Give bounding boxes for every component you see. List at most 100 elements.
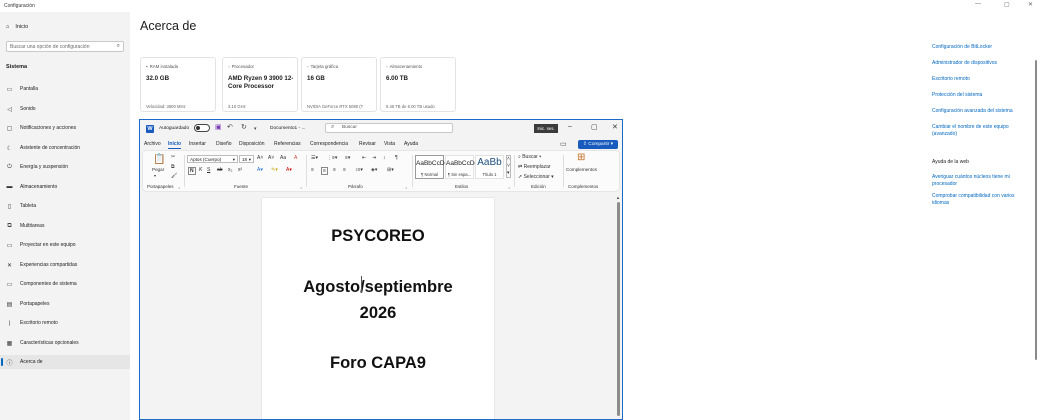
paste-dropdown-icon[interactable]: ▾ <box>154 173 156 178</box>
tab-revisar[interactable]: Revisar <box>359 141 376 147</box>
share-button[interactable]: ⇪ Compartir ▾ <box>578 140 618 149</box>
paragraph-launcher-icon[interactable]: ⌟ <box>405 184 407 189</box>
link-bitlocker[interactable]: Configuración de BitLocker <box>932 44 1032 51</box>
clipboard-launcher-icon[interactable]: ⌟ <box>178 184 180 189</box>
change-case-icon[interactable]: Aa <box>280 155 286 161</box>
sidebar-item-componentes[interactable]: ▭ Componentes de sistema <box>0 277 130 291</box>
link-help-languages[interactable]: Comprobar compatibilidad con varios idio… <box>932 193 1032 207</box>
sidebar-item-pantalla[interactable]: ▭ Pantalla <box>0 82 130 96</box>
comments-icon[interactable]: ▭ <box>560 140 567 148</box>
format-painter-icon[interactable]: 🖌 <box>171 173 177 179</box>
tab-insertar[interactable]: Insertar <box>189 141 206 147</box>
undo-icon[interactable]: ↶ <box>227 123 233 131</box>
tab-disposicion[interactable]: Disposición <box>239 141 265 147</box>
sidebar-item-caracteristicas[interactable]: ▦ Características opcionales <box>0 336 130 350</box>
sidebar-item-experiencias[interactable]: ✕ Experiencias compartidas <box>0 258 130 272</box>
styles-launcher-icon[interactable]: ⌟ <box>508 184 510 189</box>
superscript-button[interactable]: x² <box>238 167 242 173</box>
align-right-icon[interactable]: ≡ <box>333 167 336 173</box>
styles-scroll-icon[interactable]: ˄ ˅ ▾ <box>506 155 511 178</box>
highlight-icon[interactable]: ✎▾ <box>271 167 278 173</box>
signin-button[interactable]: Inic. ses. <box>534 124 558 133</box>
close-button[interactable]: ✕ <box>1028 1 1033 8</box>
sidebar-item-portapapeles[interactable]: ▤ Portapapeles <box>0 297 130 311</box>
shading-icon[interactable]: ◈▾ <box>371 167 377 173</box>
align-left-icon[interactable]: ≡ <box>311 167 314 173</box>
settings-scrollbar[interactable] <box>1034 60 1038 360</box>
bullets-icon[interactable]: ☰▾ <box>311 155 318 161</box>
text-effects-icon[interactable]: A▾ <box>257 167 263 173</box>
settings-search-input[interactable]: Buscar una opción de configuración ⌕ <box>6 41 124 52</box>
style-heading1[interactable]: AaBb Título 1 <box>475 155 504 179</box>
sidebar-item-asistente[interactable]: ☾ Asistente de concentración <box>0 141 130 155</box>
customize-icon[interactable]: ▾ <box>254 126 257 132</box>
multilevel-list-icon[interactable]: ≡▾ <box>345 155 350 161</box>
style-normal[interactable]: AaBbCcDd ¶ Normal <box>415 155 448 179</box>
style-no-spacing[interactable]: AaBbCcDd ¶ Sin espa... <box>445 155 478 179</box>
underline-button[interactable]: S <box>207 167 210 173</box>
document-scrollbar[interactable]: ▲ <box>616 195 621 419</box>
link-help-cores[interactable]: Averiguar cuántos núcleos tiene mi proce… <box>932 174 1032 188</box>
tab-diseno[interactable]: Diseño <box>216 141 232 147</box>
font-launcher-icon[interactable]: ⌟ <box>300 184 302 189</box>
link-advanced-system[interactable]: Configuración avanzada del sistema <box>932 108 1032 115</box>
select-button[interactable]: ➚ Seleccionar ▾ <box>518 174 554 180</box>
tab-vista[interactable]: Vista <box>384 141 395 147</box>
sidebar-item-almacenamiento[interactable]: ▬ Almacenamiento <box>0 180 130 194</box>
scroll-up-icon[interactable]: ▲ <box>616 195 620 200</box>
sidebar-item-tableta[interactable]: ▯ Tableta <box>0 199 130 213</box>
redo-icon[interactable]: ↻ <box>241 123 247 131</box>
sidebar-item-notificaciones[interactable]: ▢ Notificaciones y acciones <box>0 121 130 135</box>
bold-button[interactable]: N <box>188 167 196 175</box>
sort-icon[interactable]: ↕ <box>383 155 386 161</box>
replace-button[interactable]: ⇄ Reemplazar <box>518 164 551 170</box>
justify-icon[interactable]: ≡ <box>343 167 346 173</box>
tab-correspondencia[interactable]: Correspondencia <box>310 141 348 147</box>
sidebar-item-energia[interactable]: ⏻ Energía y suspensión <box>0 160 130 174</box>
sidebar-item-sonido[interactable]: ◁ Sonido <box>0 102 130 116</box>
font-color-icon[interactable]: A▾ <box>286 167 292 173</box>
sidebar-item-proyectar[interactable]: ▭ Proyectar en este equipo <box>0 238 130 252</box>
document-page[interactable]: PSYCOREO Agosto/septiembre 2026 Foro CAP… <box>262 198 494 419</box>
line-spacing-icon[interactable]: ↕≡▾ <box>355 167 363 173</box>
decrease-indent-icon[interactable]: ⇤ <box>362 155 366 161</box>
autosave-toggle[interactable] <box>194 124 210 132</box>
save-icon[interactable]: ▣ <box>215 123 222 131</box>
strikethrough-button[interactable]: ab <box>217 167 223 173</box>
tab-referencias[interactable]: Referencias <box>274 141 301 147</box>
tab-archivo[interactable]: Archivo <box>144 141 161 147</box>
grow-font-icon[interactable]: A˄ <box>257 155 263 161</box>
link-remote-desktop[interactable]: Escritorio remoto <box>932 76 1032 83</box>
cut-icon[interactable]: ✂ <box>171 154 175 160</box>
link-device-manager[interactable]: Administrador de dispositivos <box>932 60 1032 67</box>
word-search-input[interactable]: ⌕ Buscar <box>325 123 453 133</box>
borders-icon[interactable]: ⊞▾ <box>387 167 394 173</box>
sidebar-home[interactable]: ⌂ Inicio <box>6 24 28 30</box>
align-center-icon[interactable]: ≡ <box>321 167 328 175</box>
maximize-button[interactable]: ▢ <box>1004 1 1010 8</box>
link-rename-pc[interactable]: Cambiar el nombre de este equipo (avanza… <box>932 124 1032 138</box>
paste-icon[interactable]: 📋 <box>153 154 165 165</box>
font-name-select[interactable]: Aptos (Cuerpo) ▾ <box>187 155 238 163</box>
sidebar-item-escritorio-remoto[interactable]: ⟩ Escritorio remoto <box>0 316 130 330</box>
addins-icon[interactable]: ⊞ <box>577 152 585 163</box>
tab-ayuda[interactable]: Ayuda <box>404 141 418 147</box>
copy-icon[interactable]: ⧉ <box>171 164 175 170</box>
sidebar-item-multitareas[interactable]: ⧉ Multitareas <box>0 219 130 233</box>
sidebar-item-acerca-de[interactable]: ⓘ Acerca de <box>0 355 130 369</box>
clear-format-icon[interactable]: A <box>294 155 297 161</box>
find-button[interactable]: ⌕ Buscar ▾ <box>518 154 541 160</box>
word-close-button[interactable]: ✕ <box>612 123 618 131</box>
minimize-button[interactable]: — <box>975 1 981 7</box>
word-maximize-button[interactable]: ▢ <box>591 123 598 131</box>
tab-inicio[interactable]: Inicio <box>168 141 182 149</box>
addins-button[interactable]: Complementos <box>566 167 597 172</box>
italic-button[interactable]: K <box>199 167 202 173</box>
numbering-icon[interactable]: ⋮≡▾ <box>327 155 337 161</box>
shrink-font-icon[interactable]: A˅ <box>268 155 274 161</box>
word-minimize-button[interactable]: – <box>568 123 572 130</box>
show-marks-icon[interactable]: ¶ <box>395 155 398 161</box>
subscript-button[interactable]: x₂ <box>228 167 232 173</box>
increase-indent-icon[interactable]: ⇥ <box>372 155 376 161</box>
font-size-select[interactable]: 18 ▾ <box>239 155 254 163</box>
